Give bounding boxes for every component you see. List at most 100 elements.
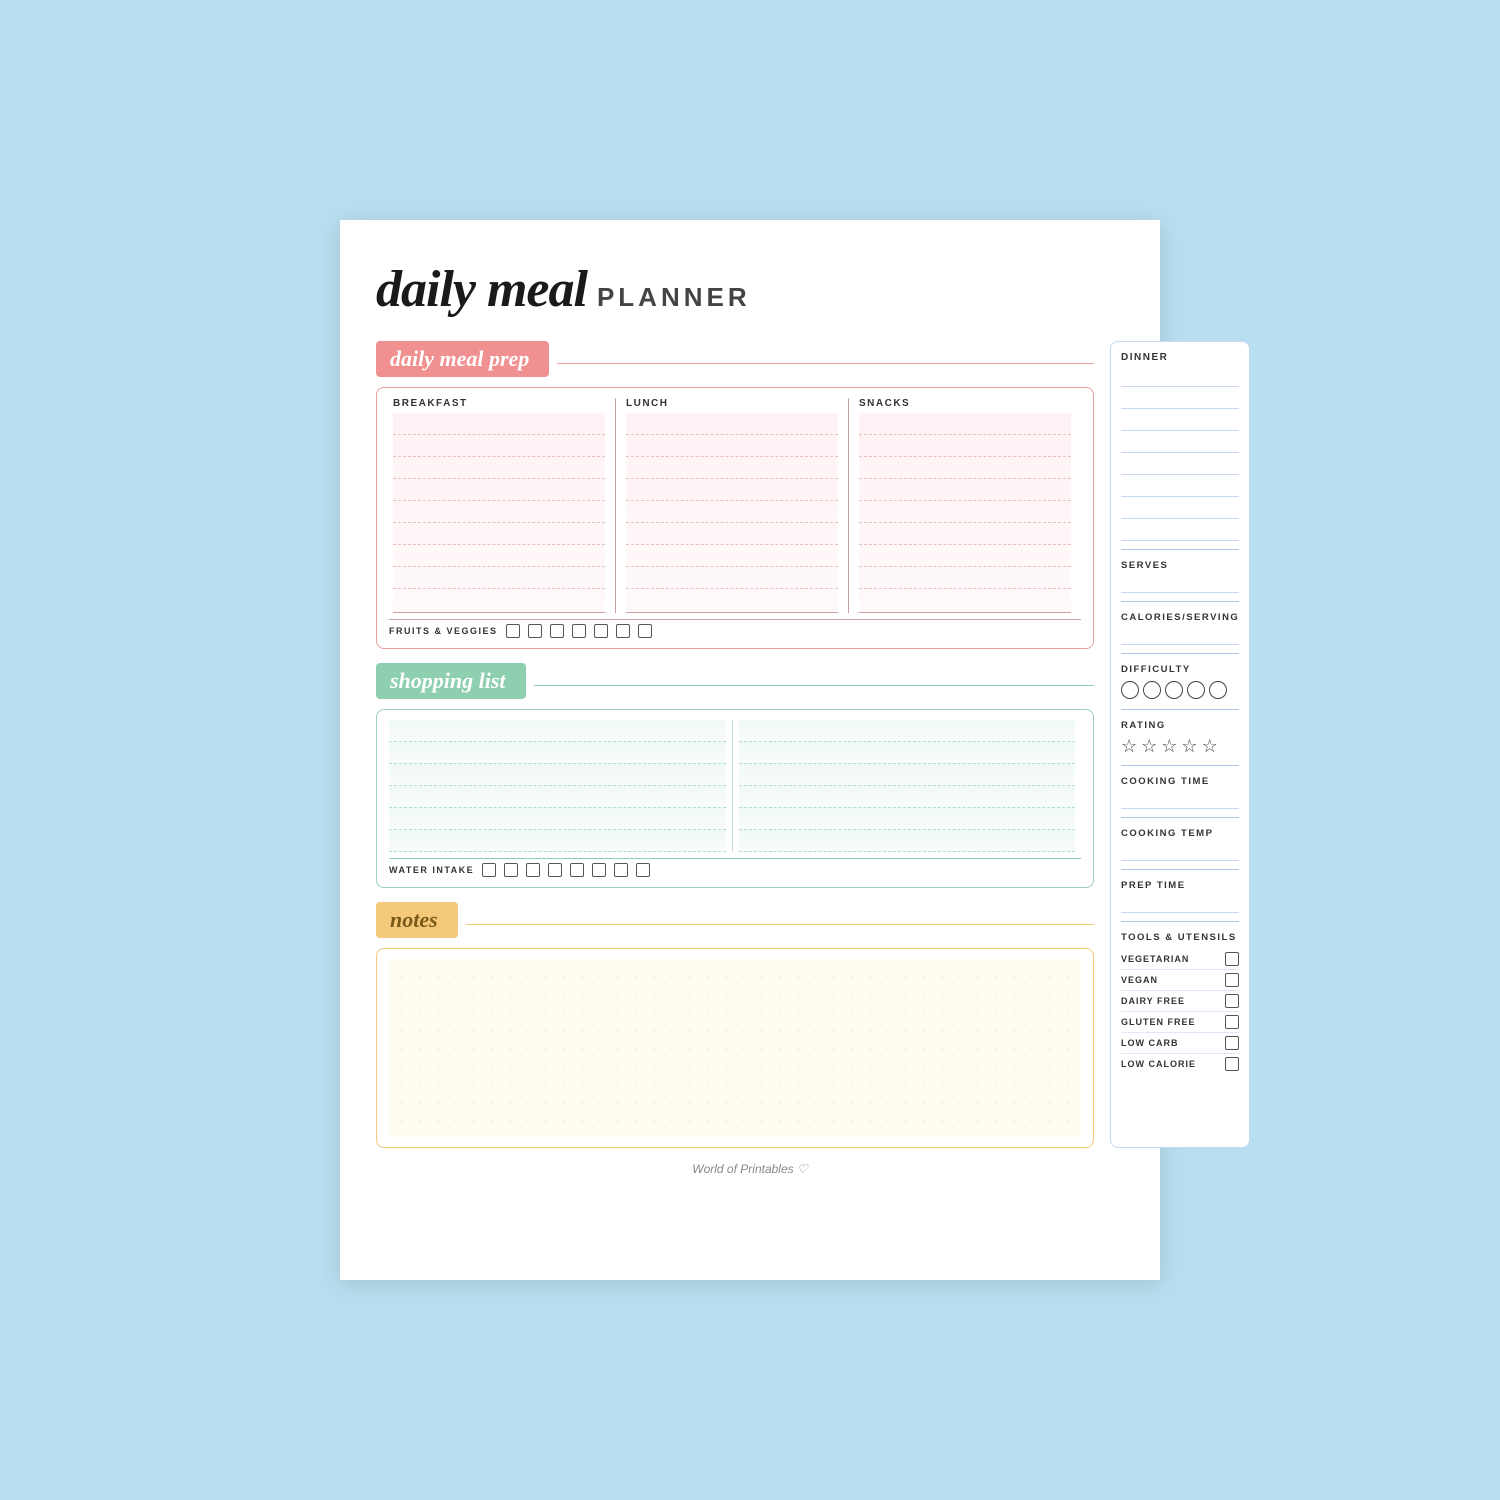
meal-line[interactable] [393,545,605,567]
cooking-time-label: COOKING TIME [1121,776,1239,787]
shop-line[interactable] [739,720,1076,742]
difficulty-circle[interactable] [1165,681,1183,699]
serves-line[interactable] [1121,573,1239,593]
shop-line[interactable] [739,742,1076,764]
meal-line[interactable] [859,413,1071,435]
meal-line[interactable] [626,545,838,567]
checkbox[interactable] [548,863,562,877]
dinner-line[interactable] [1121,519,1239,541]
meal-line[interactable] [626,567,838,589]
meal-line[interactable] [859,457,1071,479]
meal-line[interactable] [393,567,605,589]
checkbox[interactable] [614,863,628,877]
divider [1121,869,1239,870]
difficulty-circle[interactable] [1209,681,1227,699]
cooking-time-line[interactable] [1121,789,1239,809]
lunch-column: LUNCH [616,398,849,613]
shop-line[interactable] [739,808,1076,830]
checkbox[interactable] [506,624,520,638]
meal-line[interactable] [859,523,1071,545]
shop-line[interactable] [739,764,1076,786]
meal-line[interactable] [626,523,838,545]
meal-line[interactable] [393,457,605,479]
checkbox[interactable] [504,863,518,877]
calories-line[interactable] [1121,625,1239,645]
shop-line[interactable] [389,808,726,830]
shop-line[interactable] [389,764,726,786]
meal-line[interactable] [626,435,838,457]
shop-line[interactable] [389,742,726,764]
shop-line[interactable] [739,786,1076,808]
dinner-line[interactable] [1121,475,1239,497]
shop-line[interactable] [389,786,726,808]
meal-line[interactable] [393,523,605,545]
checkbox[interactable] [528,624,542,638]
checkbox[interactable] [1225,973,1239,987]
cooking-temp-line[interactable] [1121,841,1239,861]
difficulty-label: DIFFICULTY [1121,664,1239,675]
shop-line[interactable] [389,830,726,852]
meal-line[interactable] [626,457,838,479]
checkbox[interactable] [638,624,652,638]
meal-line[interactable] [626,413,838,435]
prep-time-line[interactable] [1121,893,1239,913]
meal-line[interactable] [859,501,1071,523]
notes-header: notes [376,902,1094,946]
meal-line[interactable] [859,567,1071,589]
star-icon[interactable]: ☆ [1181,737,1197,755]
meal-line[interactable] [393,501,605,523]
title-row: daily meal PLANNER [376,260,1124,319]
divider [1121,601,1239,602]
meal-line[interactable] [859,545,1071,567]
meal-prep-grid: BREAKFAST [389,398,1081,613]
checkbox[interactable] [592,863,606,877]
checkbox[interactable] [570,863,584,877]
dinner-line[interactable] [1121,409,1239,431]
checkbox[interactable] [1225,994,1239,1008]
left-column: daily meal prep BREAKFAST [376,341,1094,1148]
meal-line-solid [859,589,1071,613]
checkbox[interactable] [526,863,540,877]
meal-prep-banner: daily meal prep [376,341,549,377]
shop-line[interactable] [389,720,726,742]
meal-line[interactable] [859,435,1071,457]
checkbox[interactable] [1225,1057,1239,1071]
checkbox[interactable] [616,624,630,638]
dinner-line[interactable] [1121,387,1239,409]
checkbox[interactable] [572,624,586,638]
checkbox[interactable] [550,624,564,638]
checkbox[interactable] [482,863,496,877]
shop-line[interactable] [739,830,1076,852]
meal-line[interactable] [626,479,838,501]
breakfast-lines [393,413,605,613]
meal-line[interactable] [393,435,605,457]
meal-line[interactable] [859,479,1071,501]
dinner-line[interactable] [1121,453,1239,475]
checkbox[interactable] [1225,952,1239,966]
lunch-label: LUNCH [626,398,838,409]
meal-prep-section: daily meal prep BREAKFAST [376,341,1094,649]
dinner-line[interactable] [1121,365,1239,387]
star-icon[interactable]: ☆ [1161,737,1177,755]
diet-label: LOW CALORIE [1121,1059,1196,1069]
diet-label: GLUTEN FREE [1121,1017,1196,1027]
shopping-grid [389,720,1081,852]
difficulty-circle[interactable] [1121,681,1139,699]
difficulty-circle[interactable] [1143,681,1161,699]
meal-line[interactable] [626,501,838,523]
star-icon[interactable]: ☆ [1202,737,1218,755]
dinner-line[interactable] [1121,431,1239,453]
diet-label: VEGETARIAN [1121,954,1189,964]
star-icon[interactable]: ☆ [1141,737,1157,755]
checkbox[interactable] [636,863,650,877]
notes-header-line [466,924,1094,925]
notes-area[interactable]: ••••••••••••••••••••••••••••••••••••••••… [389,959,1081,1137]
checkbox[interactable] [1225,1036,1239,1050]
checkbox[interactable] [594,624,608,638]
checkbox[interactable] [1225,1015,1239,1029]
star-icon[interactable]: ☆ [1121,737,1137,755]
dinner-line[interactable] [1121,497,1239,519]
meal-line[interactable] [393,413,605,435]
difficulty-circle[interactable] [1187,681,1205,699]
meal-line[interactable] [393,479,605,501]
